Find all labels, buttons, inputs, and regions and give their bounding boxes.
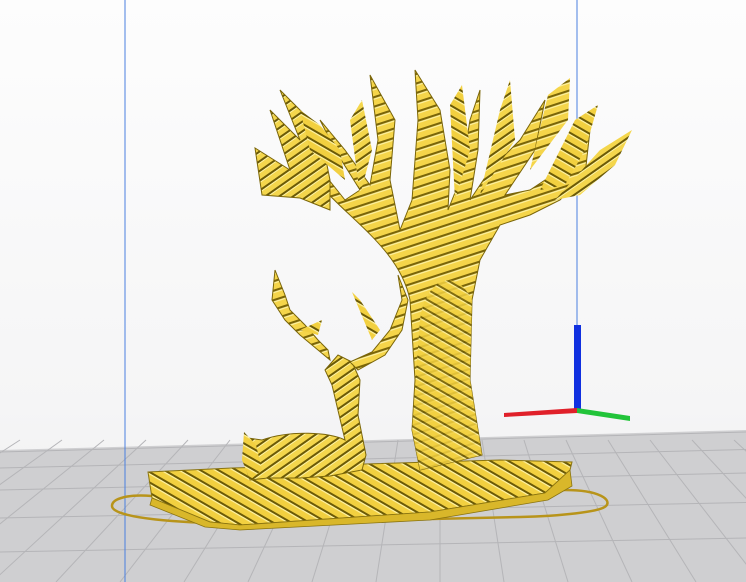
3d-viewport[interactable] — [0, 0, 746, 582]
z-axis — [574, 325, 581, 411]
axis-gizmo — [504, 325, 630, 421]
y-axis — [577, 408, 630, 421]
scene[interactable] — [0, 0, 746, 582]
x-axis — [504, 408, 577, 417]
